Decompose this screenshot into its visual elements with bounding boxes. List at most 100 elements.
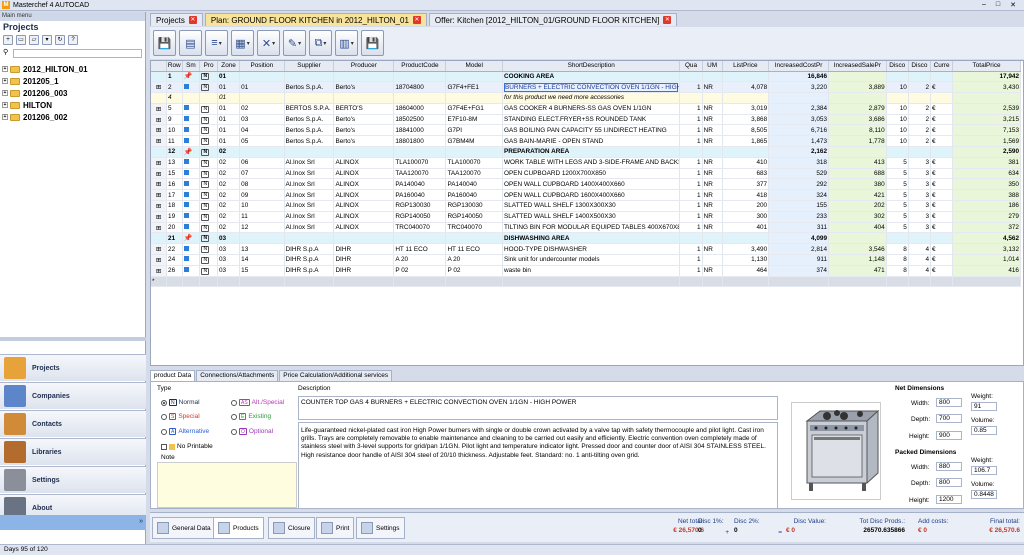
cell-code[interactable]: 18841000 xyxy=(393,124,447,137)
cell-sm[interactable] xyxy=(182,135,201,148)
cell-pos[interactable]: 07 xyxy=(239,168,285,180)
cell-qua[interactable]: 1 xyxy=(679,124,703,137)
cell-cost[interactable]: 1,473 xyxy=(768,135,829,148)
cell-row[interactable]: 26 xyxy=(166,265,183,277)
cell-prod[interactable] xyxy=(333,146,395,158)
cell-code[interactable]: RGP130030 xyxy=(393,200,447,212)
cell-d2[interactable]: 4 xyxy=(908,265,932,277)
add-row-button[interactable]: ▤ xyxy=(179,30,202,56)
cell-cost[interactable]: 16,846 xyxy=(768,71,829,83)
new-row-cell[interactable] xyxy=(166,276,183,288)
cell-sup[interactable]: Al.Inox Srl xyxy=(284,178,335,191)
cell-d2[interactable] xyxy=(908,232,932,245)
cell-sup[interactable]: DIHR S.p.A xyxy=(284,265,335,277)
column-header[interactable]: IncreasedCostPr xyxy=(768,61,829,72)
cell-qua[interactable] xyxy=(679,232,703,245)
table-row[interactable]: ⊞ 10 N 01 04 Bertos S.p.A. Berto's 18841000 G7PI… xyxy=(151,124,1021,137)
cell-cur[interactable]: € xyxy=(930,265,954,277)
cell-cost[interactable]: 311 xyxy=(768,222,829,234)
cell-pro[interactable]: N xyxy=(199,135,218,148)
cell-desc[interactable]: COOKING AREA xyxy=(502,71,681,83)
nav-settings[interactable]: Settings xyxy=(0,466,146,493)
cell-sale[interactable]: 1,778 xyxy=(828,135,887,148)
column-header[interactable]: Producer xyxy=(333,61,395,72)
new-row-cell[interactable] xyxy=(239,276,285,288)
type-option-existing[interactable]: E Existing xyxy=(231,413,271,420)
menu-icon[interactable]: ▾ xyxy=(42,35,52,45)
cell-total[interactable]: 350 xyxy=(952,178,1021,191)
cell-desc[interactable]: TILTING BIN FOR MODULAR EQUIPED TABLES 4… xyxy=(502,222,681,234)
cell-d2[interactable]: 2 xyxy=(908,124,932,137)
note-field[interactable] xyxy=(157,462,297,508)
cell-d1[interactable]: 10 xyxy=(886,124,909,137)
cell-sup[interactable]: Al.Inox Srl xyxy=(284,222,335,234)
cell-sup[interactable]: DIHR S.p.A xyxy=(284,243,335,256)
table-row[interactable]: ⊞ 24 N 03 14 DIHR S.p.A DIHR A 20 A 20 Sink unit … xyxy=(151,254,1021,266)
row-selector[interactable]: ⊞ xyxy=(151,81,168,94)
cell-qua[interactable]: 1 xyxy=(679,265,703,277)
cell-pro[interactable]: N xyxy=(199,103,218,115)
table-row[interactable]: ⊞ 5 N 01 02 BERTOS S.P.A. BERTO'S 18604000 G7F4E… xyxy=(151,103,1021,115)
cell-qua[interactable]: 1 xyxy=(679,222,703,234)
row-selector[interactable]: ⊞ xyxy=(151,178,168,191)
cell-pro[interactable]: N xyxy=(199,189,218,202)
cell-code[interactable]: TLA100070 xyxy=(393,157,447,169)
cell-d2[interactable]: 3 xyxy=(908,178,932,191)
cell-cur[interactable]: € xyxy=(930,222,954,234)
new-row-cell[interactable] xyxy=(445,276,503,288)
cell-sale[interactable] xyxy=(828,232,887,245)
cell-qua[interactable]: 1 xyxy=(679,189,703,202)
new-row-cell[interactable] xyxy=(886,276,909,288)
cell-row[interactable]: 16 xyxy=(166,178,183,191)
cell-list[interactable] xyxy=(722,146,770,158)
cell-list[interactable]: 410 xyxy=(722,157,770,169)
cell-cost[interactable]: 529 xyxy=(768,168,829,180)
cell-d1[interactable]: 10 xyxy=(886,114,909,126)
cell-pos[interactable] xyxy=(239,71,285,83)
new-row-cell[interactable] xyxy=(908,276,932,288)
cell-sm[interactable] xyxy=(182,211,201,223)
column-header[interactable]: ListPrice xyxy=(722,61,770,72)
cell-pos[interactable]: 14 xyxy=(239,254,285,266)
row-selector[interactable]: ⊞ xyxy=(151,103,168,115)
cell-zone[interactable]: 02 xyxy=(217,168,241,180)
type-option-optional[interactable]: O Optional xyxy=(231,428,273,435)
cell-d1[interactable]: 5 xyxy=(886,178,909,191)
cell-d1[interactable]: 5 xyxy=(886,211,909,223)
column-header[interactable]: Position xyxy=(239,61,285,72)
cell-row[interactable]: 2 xyxy=(166,81,183,94)
cell-row[interactable]: 10 xyxy=(166,124,183,137)
cell-pos[interactable]: 09 xyxy=(239,189,285,202)
cell-zone[interactable]: 01 xyxy=(217,124,241,137)
cell-sale[interactable]: 3,889 xyxy=(828,81,887,94)
cell-d1[interactable]: 8 xyxy=(886,254,909,266)
cell-sup[interactable]: Al.Inox Srl xyxy=(284,200,335,212)
cell-zone[interactable]: 02 xyxy=(217,211,241,223)
cell-zone[interactable]: 03 xyxy=(217,254,241,266)
new-row-cell[interactable] xyxy=(952,276,1021,288)
cell-qua[interactable] xyxy=(679,146,703,158)
cell-list[interactable]: 683 xyxy=(722,168,770,180)
row-selector[interactable]: ⊞ xyxy=(151,168,168,180)
cell-sup[interactable]: BERTOS S.P.A. xyxy=(284,103,335,115)
cell-sale[interactable] xyxy=(828,92,887,104)
cell-cost[interactable]: 2,814 xyxy=(768,243,829,256)
cell-zone[interactable]: 02 xyxy=(217,189,241,202)
cell-list[interactable]: 3,868 xyxy=(722,114,770,126)
packed-volume-field[interactable]: 0.8448 xyxy=(971,490,997,499)
print-button[interactable]: Print xyxy=(316,517,355,539)
cell-total[interactable]: 3,132 xyxy=(952,243,1021,256)
cell-d1[interactable]: 8 xyxy=(886,243,909,256)
cell-desc[interactable]: OPEN WALL CUPBOARD 1400X400X660 xyxy=(502,178,681,191)
cell-total[interactable]: 7,153 xyxy=(952,124,1021,137)
row-selector[interactable] xyxy=(151,71,168,83)
row-selector[interactable]: ⊞ xyxy=(151,254,168,266)
cell-row[interactable]: 5 xyxy=(166,103,183,115)
cell-pro[interactable]: N xyxy=(199,178,218,191)
cell-um[interactable]: NR xyxy=(702,168,723,180)
column-header[interactable]: Row xyxy=(166,61,183,72)
cell-pro[interactable]: N xyxy=(199,124,218,137)
cell-um[interactable]: NR xyxy=(702,157,723,169)
cell-cur[interactable]: € xyxy=(930,124,954,137)
cell-um[interactable]: NR xyxy=(702,222,723,234)
